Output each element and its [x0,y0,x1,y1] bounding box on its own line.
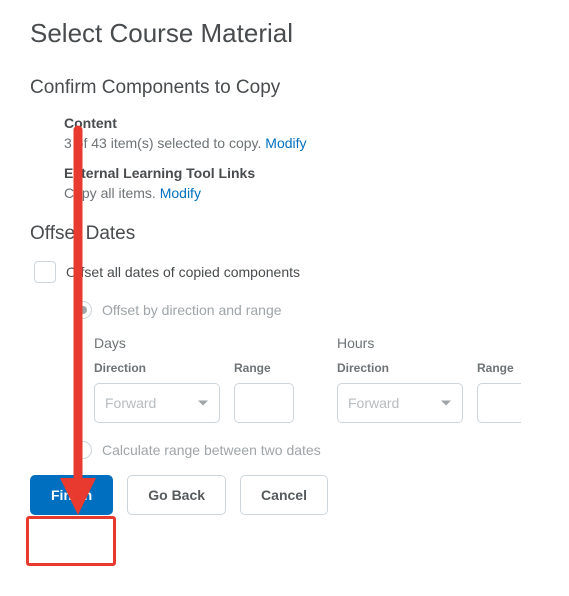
component-desc-text: 3 of 43 item(s) selected to copy. [64,135,265,151]
finish-button[interactable]: Finish [30,475,113,515]
hours-direction-select[interactable]: Forward [337,383,463,423]
radio-row-calculate: Calculate range between two dates [74,441,539,459]
component-desc: Copy all items. Modify [64,185,539,201]
component-name: External Learning Tool Links [64,165,539,181]
days-unit: Days Direction Forward Range [94,335,319,423]
range-label: Range [234,361,294,375]
hours-label: Hours [337,335,562,351]
offset-sub-options: Offset by direction and range Days Direc… [74,301,539,459]
radio-calculate[interactable] [74,441,92,459]
direction-label: Direction [94,361,220,375]
go-back-button[interactable]: Go Back [127,475,226,515]
direction-label: Direction [337,361,463,375]
annotation-highlight-box [26,516,116,566]
days-direction-select[interactable]: Forward [94,383,220,423]
chevron-down-icon [440,397,452,409]
days-label: Days [94,335,319,351]
offset-checkbox-row: Offset all dates of copied components [34,261,539,283]
days-range-input[interactable] [234,383,294,423]
modify-link[interactable]: Modify [265,135,306,151]
radio-direction-range[interactable] [74,301,92,319]
select-value: Forward [105,395,156,411]
offset-checkbox[interactable] [34,261,56,283]
radio-label: Offset by direction and range [102,302,282,318]
components-list: Content 3 of 43 item(s) selected to copy… [64,115,539,201]
hours-range-input[interactable] [477,383,521,423]
days-range-field: Range [234,361,294,423]
range-label: Range [477,361,521,375]
component-desc: 3 of 43 item(s) selected to copy. Modify [64,135,539,151]
hours-unit: Hours Direction Forward Range [337,335,562,423]
action-bar: Finish Go Back Cancel [30,475,569,515]
select-value: Forward [348,395,399,411]
direction-range-grid: Days Direction Forward Range [94,335,539,423]
cancel-button[interactable]: Cancel [240,475,328,515]
component-desc-text: Copy all items. [64,185,160,201]
component-name: Content [64,115,539,131]
radio-label: Calculate range between two dates [102,442,321,458]
days-direction-field: Direction Forward [94,361,220,423]
components-section-title: Confirm Components to Copy [30,77,539,99]
hours-range-field: Range [477,361,521,423]
offset-checkbox-label: Offset all dates of copied components [66,264,300,280]
hours-direction-field: Direction Forward [337,361,463,423]
chevron-down-icon [197,397,209,409]
modify-link[interactable]: Modify [160,185,201,201]
radio-row-direction-range: Offset by direction and range [74,301,539,319]
offset-section-title: Offset Dates [30,223,539,245]
page-title: Select Course Material [30,18,539,49]
component-content: Content 3 of 43 item(s) selected to copy… [64,115,539,151]
component-external-tools: External Learning Tool Links Copy all it… [64,165,539,201]
